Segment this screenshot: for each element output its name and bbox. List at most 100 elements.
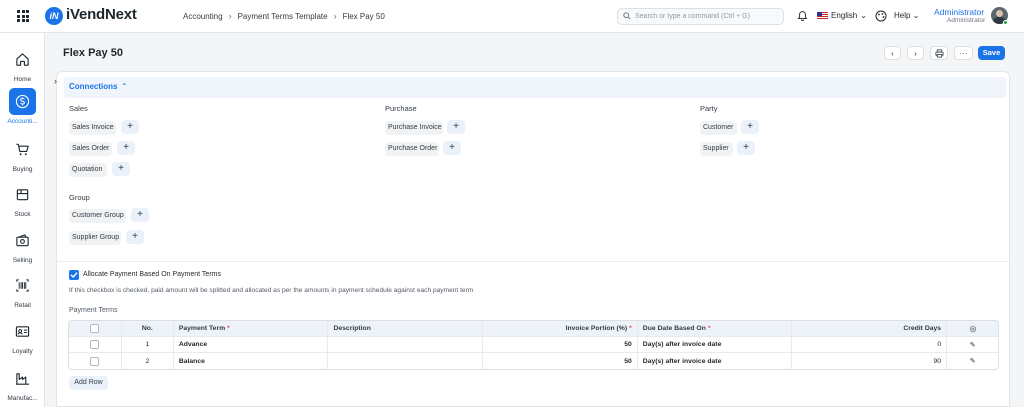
connection-link-purchase-order[interactable]: Purchase Order bbox=[385, 142, 439, 156]
description-cell[interactable] bbox=[328, 353, 484, 369]
connection-link-supplier[interactable]: Supplier bbox=[700, 142, 733, 156]
row-edit-cell: ✎ bbox=[947, 353, 998, 369]
invoice-portion-cell[interactable]: 50 bbox=[483, 337, 638, 352]
search-placeholder: Search or type a command (Ctrl + G) bbox=[635, 13, 750, 20]
app-name[interactable]: iVendNext bbox=[66, 6, 137, 23]
breadcrumb-item-template[interactable]: Payment Terms Template bbox=[238, 12, 328, 21]
sidebar-item-home[interactable]: Home bbox=[0, 46, 45, 83]
required-mark: * bbox=[707, 325, 711, 332]
save-button[interactable]: Save bbox=[978, 46, 1005, 60]
language-label: English bbox=[831, 11, 858, 20]
ellipsis-icon: ··· bbox=[959, 48, 968, 58]
sidebar-item-label: Home bbox=[13, 76, 32, 83]
sidebar-item-label: Buying bbox=[12, 166, 33, 173]
box-icon bbox=[9, 181, 36, 208]
invoice-portion-cell[interactable]: 50 bbox=[483, 353, 638, 369]
chevron-left-icon: ‹ bbox=[891, 48, 894, 58]
user-name[interactable]: Administrator bbox=[934, 7, 984, 17]
credit-days-cell[interactable]: 90 bbox=[792, 353, 948, 369]
payment-term-cell[interactable]: Advance bbox=[174, 337, 329, 352]
user-role: Administrator bbox=[947, 17, 986, 24]
payment-term-cell[interactable]: Balance bbox=[174, 353, 329, 369]
sidebar-item-buying[interactable]: Buying bbox=[0, 136, 45, 173]
connection-link-supplier-group[interactable]: Supplier Group bbox=[69, 231, 121, 245]
printer-icon bbox=[934, 48, 944, 58]
bell-icon[interactable] bbox=[797, 10, 808, 22]
row-checkbox[interactable] bbox=[90, 340, 100, 349]
add-supplier-button[interactable]: + bbox=[737, 141, 755, 155]
credit-days-cell[interactable]: 0 bbox=[792, 337, 948, 352]
add-quotation-button[interactable]: + bbox=[112, 162, 130, 176]
add-purchase-invoice-button[interactable]: + bbox=[447, 120, 465, 134]
sidebar-item-selling[interactable]: Selling bbox=[0, 227, 45, 264]
sidebar-expand-chevron-icon[interactable]: › bbox=[54, 76, 57, 86]
column-header-description: Description bbox=[328, 321, 484, 336]
connections-section-header[interactable]: Connections ⌃ bbox=[64, 77, 1006, 98]
allocate-payment-description: If this checkbox is checked, paid amount… bbox=[69, 287, 474, 294]
due-date-based-on-cell[interactable]: Day(s) after invoice date bbox=[638, 353, 793, 369]
next-record-button[interactable]: › bbox=[907, 46, 924, 60]
sidebar-item-manufacturing[interactable]: Manufac... bbox=[0, 365, 45, 402]
description-cell[interactable] bbox=[328, 337, 484, 352]
column-header-no: No. bbox=[122, 321, 174, 336]
connection-link-customer-group[interactable]: Customer Group bbox=[69, 209, 126, 223]
pencil-icon[interactable]: ✎ bbox=[970, 357, 976, 365]
sidebar-item-retail[interactable]: Retail bbox=[0, 272, 45, 309]
add-customer-button[interactable]: + bbox=[741, 120, 759, 134]
card-icon bbox=[9, 318, 36, 345]
table-row[interactable]: 1 Advance 50 Day(s) after invoice date 0… bbox=[69, 337, 998, 353]
add-sales-order-button[interactable]: + bbox=[117, 141, 135, 155]
search-input[interactable]: Search or type a command (Ctrl + G) bbox=[617, 8, 784, 25]
add-purchase-order-button[interactable]: + bbox=[443, 141, 461, 155]
more-actions-button[interactable]: ··· bbox=[954, 46, 973, 60]
home-icon bbox=[9, 46, 36, 73]
pencil-icon[interactable]: ✎ bbox=[970, 341, 976, 349]
due-date-based-on-cell[interactable]: Day(s) after invoice date bbox=[638, 337, 793, 352]
section-divider bbox=[57, 261, 1009, 262]
allocate-payment-label[interactable]: Allocate Payment Based On Payment Terms bbox=[83, 271, 221, 278]
cart-icon bbox=[9, 136, 36, 163]
column-header-label: Invoice Portion (%) bbox=[565, 325, 628, 332]
connection-link-quotation[interactable]: Quotation bbox=[69, 163, 107, 177]
connection-link-sales-order[interactable]: Sales Order bbox=[69, 142, 112, 156]
row-checkbox[interactable] bbox=[90, 356, 100, 366]
add-customer-group-button[interactable]: + bbox=[131, 208, 149, 222]
connection-link-purchase-invoice[interactable]: Purchase Invoice bbox=[385, 121, 443, 135]
connection-link-sales-invoice[interactable]: Sales Invoice bbox=[69, 121, 116, 135]
connection-group-title: Sales bbox=[69, 104, 88, 113]
connection-link-customer[interactable]: Customer bbox=[700, 121, 737, 135]
print-button[interactable] bbox=[930, 46, 948, 60]
add-row-button[interactable]: Add Row bbox=[69, 376, 108, 390]
help-menu[interactable]: Help ⌄ bbox=[894, 11, 919, 20]
allocate-payment-checkbox[interactable] bbox=[69, 270, 79, 280]
apps-grid-icon[interactable] bbox=[17, 10, 29, 22]
us-flag-icon bbox=[817, 11, 828, 20]
select-all-checkbox[interactable] bbox=[90, 324, 100, 333]
palette-icon[interactable] bbox=[875, 10, 887, 22]
chevron-up-icon: ⌃ bbox=[121, 82, 128, 91]
table-row[interactable]: 2 Balance 50 Day(s) after invoice date 9… bbox=[69, 353, 998, 369]
table-header-row: No. Payment Term * Description Invoice Po… bbox=[69, 321, 998, 337]
dollar-icon bbox=[9, 88, 36, 115]
previous-record-button[interactable]: ‹ bbox=[884, 46, 901, 60]
column-header-payment-term: Payment Term * bbox=[174, 321, 329, 336]
sidebar-item-stock[interactable]: Stock bbox=[0, 181, 45, 218]
app-logo-icon[interactable]: iN bbox=[45, 7, 63, 25]
breadcrumb-item-accounting[interactable]: Accounting bbox=[183, 12, 223, 21]
connection-group-title: Purchase bbox=[385, 104, 417, 113]
breadcrumb-item-current[interactable]: Flex Pay 50 bbox=[343, 12, 385, 21]
sidebar-item-loyalty[interactable]: Loyalty bbox=[0, 318, 45, 355]
chevron-right-icon: › bbox=[228, 11, 232, 21]
row-select-cell bbox=[69, 337, 122, 352]
sidebar-item-label: Selling bbox=[12, 257, 33, 264]
sidebar-item-label: Manufac... bbox=[7, 395, 38, 402]
sidebar-item-accounting[interactable]: Accounti... bbox=[0, 88, 45, 125]
language-selector[interactable]: English ⌄ bbox=[817, 11, 867, 20]
add-sales-invoice-button[interactable]: + bbox=[121, 120, 139, 134]
sidebar-item-label: Stock bbox=[14, 211, 31, 218]
gear-icon[interactable] bbox=[969, 325, 977, 333]
top-navbar: iN iVendNext Accounting › Payment Terms … bbox=[0, 0, 1024, 33]
wallet-icon bbox=[9, 227, 36, 254]
add-supplier-group-button[interactable]: + bbox=[126, 230, 144, 244]
sidebar-item-label: Retail bbox=[14, 302, 31, 309]
